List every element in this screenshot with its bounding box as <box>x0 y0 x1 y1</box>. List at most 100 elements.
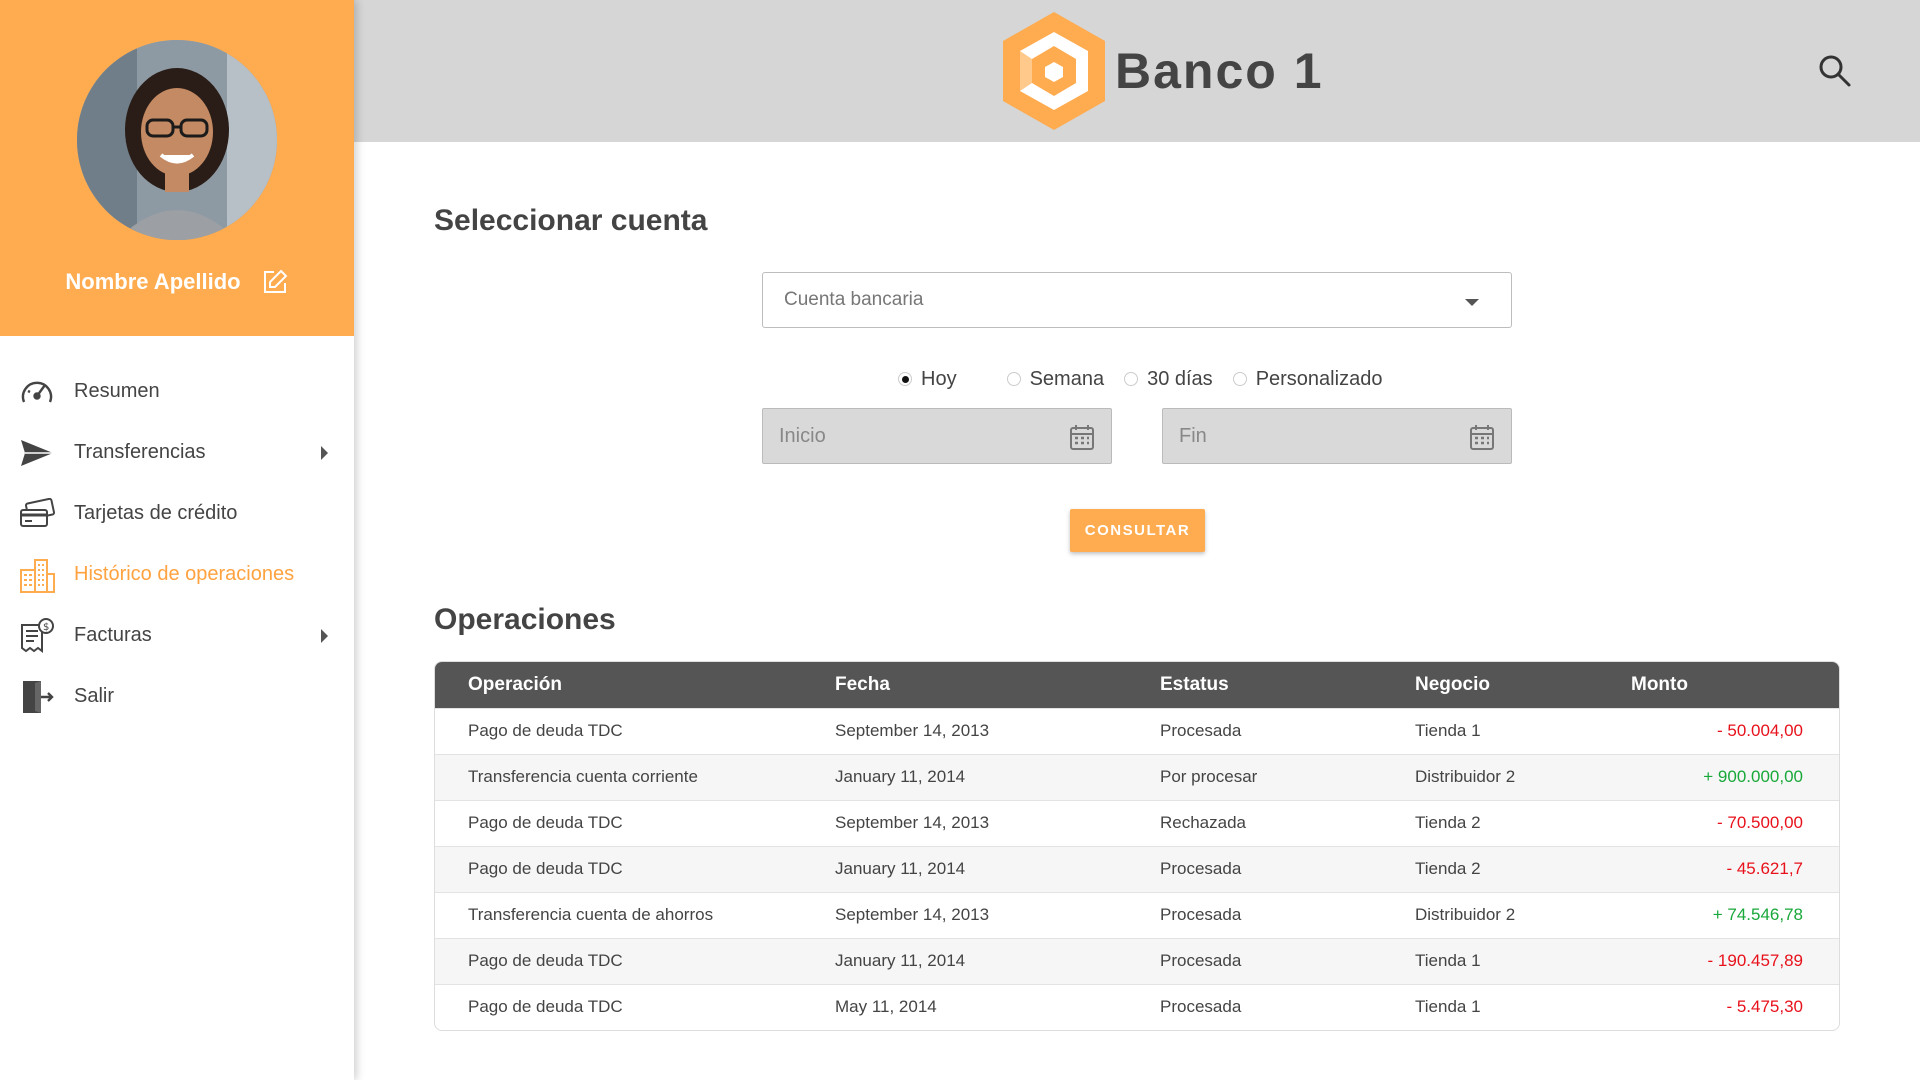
table-row[interactable]: Pago de deuda TDC January 11, 2014 Proce… <box>435 845 1839 892</box>
table-row[interactable]: Transferencia cuenta de ahorros Septembe… <box>435 891 1839 938</box>
table-row[interactable]: Pago de deuda TDC September 14, 2013 Rec… <box>435 799 1839 846</box>
cell-negocio: Distribuidor 2 <box>1415 891 1631 938</box>
radio-button[interactable] <box>1124 372 1139 386</box>
cell-negocio: Tienda 1 <box>1415 707 1631 754</box>
operations-title: Operaciones <box>434 603 616 636</box>
radio-personalizado[interactable]: Personalizado <box>1232 367 1383 391</box>
cell-operacion: Transferencia cuenta de ahorros <box>435 891 835 938</box>
calendar-icon[interactable] <box>1069 423 1095 451</box>
radio-hoy[interactable]: Hoy <box>898 368 957 391</box>
buildings-icon <box>18 556 56 594</box>
cell-fecha: September 14, 2013 <box>835 707 1160 754</box>
edit-icon[interactable] <box>261 268 289 296</box>
radio-button[interactable] <box>898 372 912 386</box>
credit-cards-icon <box>18 495 56 533</box>
cell-monto: - 190.457,89 <box>1631 937 1839 984</box>
bank-logo[interactable]: Banco 1 <box>999 10 1324 132</box>
radio-button[interactable] <box>1232 372 1247 386</box>
end-date-placeholder: Fin <box>1179 424 1207 447</box>
cell-estatus: Procesada <box>1160 845 1415 892</box>
sidebar-item-historico[interactable]: Histórico de operaciones <box>0 544 354 605</box>
radio-label: Personalizado <box>1255 367 1383 390</box>
cell-fecha: January 11, 2014 <box>835 753 1160 800</box>
cell-estatus: Por procesar <box>1160 753 1415 800</box>
cell-estatus: Procesada <box>1160 707 1415 754</box>
cell-operacion: Pago de deuda TDC <box>435 845 835 892</box>
table-row[interactable]: Pago de deuda TDC January 11, 2014 Proce… <box>435 937 1839 984</box>
cell-operacion: Pago de deuda TDC <box>435 799 835 846</box>
sidebar-item-facturas[interactable]: $ Facturas <box>0 605 354 666</box>
sidebar-item-transferencias[interactable]: Transferencias <box>0 422 354 483</box>
sidebar-item-label: Salir <box>74 685 115 707</box>
sidebar-item-label: Facturas <box>74 624 152 646</box>
cell-operacion: Pago de deuda TDC <box>435 937 835 984</box>
cell-estatus: Procesada <box>1160 891 1415 938</box>
cell-monto: - 50.004,00 <box>1631 707 1839 754</box>
invoice-icon: $ <box>18 617 56 655</box>
cell-operacion: Pago de deuda TDC <box>435 707 835 754</box>
account-select[interactable]: Cuenta bancaria <box>762 272 1512 328</box>
cube-logo-icon <box>1003 12 1105 130</box>
profile-name: Nombre Apellido <box>65 269 241 294</box>
avatar[interactable] <box>77 40 277 240</box>
cell-negocio: Tienda 2 <box>1415 799 1631 846</box>
chevron-right-icon <box>321 628 328 643</box>
sidebar-item-tarjetas[interactable]: Tarjetas de crédito <box>0 483 354 544</box>
caret-down-icon <box>1465 299 1479 306</box>
main-content: Seleccionar cuenta Cuenta bancaria Hoy S… <box>354 142 1920 1080</box>
cell-monto: - 45.621,7 <box>1631 845 1839 892</box>
operations-table: Operación Fecha Estatus Negocio Monto Pa… <box>434 661 1840 1031</box>
start-date-placeholder: Inicio <box>779 424 826 447</box>
cell-fecha: May 11, 2014 <box>835 983 1160 1030</box>
calendar-icon[interactable] <box>1469 423 1495 451</box>
radio-label: 30 días <box>1147 367 1213 390</box>
cell-fecha: September 14, 2013 <box>835 799 1160 846</box>
table-row[interactable]: Pago de deuda TDC September 14, 2013 Pro… <box>435 707 1839 754</box>
cell-estatus: Rechazada <box>1160 799 1415 846</box>
cell-fecha: January 11, 2014 <box>835 937 1160 984</box>
chevron-right-icon <box>321 445 328 460</box>
cell-monto: - 70.500,00 <box>1631 799 1839 846</box>
cell-negocio: Tienda 1 <box>1415 983 1631 1030</box>
start-date-input[interactable]: Inicio <box>762 408 1112 464</box>
svg-text:$: $ <box>43 622 49 633</box>
column-header-fecha[interactable]: Fecha <box>835 662 1160 708</box>
account-select-placeholder: Cuenta bancaria <box>784 289 924 310</box>
sidebar-item-label: Histórico de operaciones <box>74 563 295 585</box>
cell-monto: + 900.000,00 <box>1631 753 1839 800</box>
cell-negocio: Tienda 2 <box>1415 845 1631 892</box>
cell-fecha: September 14, 2013 <box>835 891 1160 938</box>
cell-estatus: Procesada <box>1160 983 1415 1030</box>
sidebar-item-salir[interactable]: Salir <box>0 666 354 727</box>
top-header: Banco 1 <box>354 0 1920 142</box>
sidebar-item-resumen[interactable]: Resumen <box>0 361 354 422</box>
cell-monto: - 5.475,30 <box>1631 983 1839 1030</box>
column-header-operacion[interactable]: Operación <box>435 662 835 708</box>
radio-30-dias[interactable]: 30 días <box>1124 368 1213 391</box>
radio-label: Semana <box>1029 367 1105 390</box>
profile-panel: Nombre Apellido <box>0 0 354 336</box>
table-row[interactable]: Pago de deuda TDC May 11, 2014 Procesada… <box>435 983 1839 1030</box>
column-header-estatus[interactable]: Estatus <box>1160 662 1415 708</box>
end-date-input[interactable]: Fin <box>1162 408 1512 464</box>
column-header-negocio[interactable]: Negocio <box>1415 662 1631 708</box>
nav-menu: Resumen Transferencias Tarjetas de crédi… <box>0 361 354 727</box>
sidebar-item-label: Transferencias <box>74 441 206 463</box>
cell-monto: + 74.546,78 <box>1631 891 1839 938</box>
exit-door-icon <box>18 678 56 716</box>
cell-negocio: Tienda 1 <box>1415 937 1631 984</box>
radio-button[interactable] <box>1006 372 1021 386</box>
radio-label: Hoy <box>921 367 957 390</box>
sidebar-item-label: Resumen <box>74 380 160 402</box>
sidebar: Nombre Apellido Resumen Transferencias T… <box>0 0 354 1080</box>
sidebar-item-label: Tarjetas de crédito <box>74 502 238 524</box>
consult-button[interactable]: CONSULTAR <box>1070 509 1205 552</box>
search-icon[interactable] <box>1818 54 1852 88</box>
cell-negocio: Distribuidor 2 <box>1415 753 1631 800</box>
cell-fecha: January 11, 2014 <box>835 845 1160 892</box>
cell-estatus: Procesada <box>1160 937 1415 984</box>
column-header-monto[interactable]: Monto <box>1631 662 1839 708</box>
table-row[interactable]: Transferencia cuenta corriente January 1… <box>435 753 1839 800</box>
radio-semana[interactable]: Semana <box>1006 367 1105 391</box>
speedometer-icon <box>18 373 56 411</box>
